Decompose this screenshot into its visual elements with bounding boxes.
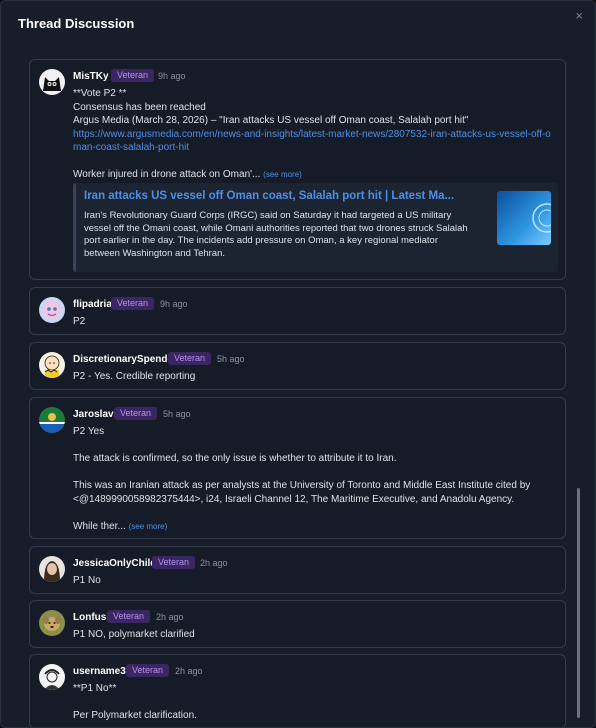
username[interactable]: username3 [73,666,126,677]
veteran-badge: Veteran [111,297,155,310]
comment-line: **P1 No** [73,683,117,694]
username[interactable]: Jaroslav [73,409,114,420]
comment-text: P2 [73,316,86,327]
timestamp: 2h ago [200,558,228,568]
comment-line [73,439,558,453]
comment-line: Consensus has been reached [73,101,206,113]
comment-text: P2 - Yes. Credible reporting [73,371,196,382]
username[interactable]: JessicaOnlyChild [73,558,156,569]
timestamp: 9h ago [158,71,186,81]
comment-card: Lonfus Veteran 2h ago P1 NO, polymarket … [29,600,566,648]
timestamp: 2h ago [175,666,203,676]
preview-title[interactable]: Iran attacks US vessel off Oman coast, S… [84,190,454,202]
link-preview-card[interactable]: Iran attacks US vessel off Oman coast, S… [73,183,558,272]
close-icon[interactable]: × [575,8,583,23]
black-cat-avatar-icon[interactable] [39,69,65,95]
see-more-link[interactable]: (see more) [263,170,302,179]
comment-text: P1 No [73,575,101,586]
comment-line [73,696,558,710]
timestamp: 9h ago [160,299,188,309]
comment-card: Jaroslav Veteran 5h ago P2 Yes The attac… [29,397,566,539]
comment-line [73,506,558,520]
veteran-badge: Veteran [126,664,170,677]
dog-avatar-icon[interactable] [39,610,65,636]
see-more-link[interactable]: (see more) [129,522,168,531]
comment-body: **Vote P2 ** Consensus has been reached … [73,87,558,182]
comment-line [73,466,558,480]
username[interactable]: DiscretionarySpender [73,354,177,365]
preview-description: Iran's Revolutionary Guard Corps (IRGC) … [84,210,468,259]
truncated-text: While ther... [73,520,126,532]
timestamp: 2h ago [156,612,184,622]
timestamp: 5h ago [217,354,245,364]
username[interactable]: MisTKy [73,71,109,82]
comment-body: **P1 No** Per Polymarket clarification. [73,682,558,723]
sketch-avatar-icon[interactable] [39,664,65,690]
username[interactable]: flipadria [73,299,112,310]
comment-card: username3 Veteran 2h ago **P1 No** Per P… [29,654,566,727]
cartoon-character-avatar-icon[interactable] [39,352,65,378]
veteran-badge: Veteran [107,610,151,623]
veteran-badge: Veteran [111,69,155,82]
comment-line: P2 Yes [73,426,105,437]
comment-text: P1 NO, polymarket clarified [73,629,195,640]
comment-body: P2 Yes The attack is confirmed, so the o… [73,425,558,533]
comment-card: DiscretionarySpender Veteran 5h ago P2 -… [29,342,566,390]
truncated-text: Worker injured in drone attack on Oman'.… [73,169,261,180]
comment-card: flipadria Veteran 9h ago P2 [29,287,566,335]
comment-line: Per Polymarket clarification. [73,710,197,721]
scrollbar[interactable] [577,488,580,718]
comment-body: P1 NO, polymarket clarified [73,628,558,642]
modal-title: Thread Discussion [18,16,135,31]
flag-avatar-icon[interactable] [39,407,65,433]
veteran-badge: Veteran [168,352,212,365]
comment-body: P1 No [73,574,558,588]
portrait-avatar-icon[interactable] [39,556,65,582]
timestamp: 5h ago [163,409,191,419]
comment-line: The attack is confirmed, so the only iss… [73,453,397,464]
username[interactable]: Lonfus [73,612,106,623]
article-link[interactable]: https://www.argusmedia.com/en/news-and-i… [73,128,558,155]
preview-thumbnail [497,191,551,245]
pastel-creature-avatar-icon[interactable] [39,297,65,323]
comment-card: JessicaOnlyChild Veteran 2h ago P1 No [29,546,566,594]
veteran-badge: Veteran [152,556,196,569]
comment-line: While ther... (see more) [73,520,558,534]
comment-line: Argus Media (March 28, 2026) – "Iran att… [73,115,469,126]
comment-card: MisTKy Veteran 9h ago **Vote P2 ** Conse… [29,59,566,280]
comment-line: Worker injured in drone attack on Oman'.… [73,168,558,182]
comment-body: P2 [73,315,558,329]
thread-discussion-modal: Thread Discussion × MisTKy Veteran 9h ag… [0,0,596,728]
comment-body: P2 - Yes. Credible reporting [73,370,558,384]
comment-line: This was an Iranian attack as per analys… [73,480,531,505]
veteran-badge: Veteran [114,407,158,420]
comment-line: **Vote P2 ** [73,88,127,99]
